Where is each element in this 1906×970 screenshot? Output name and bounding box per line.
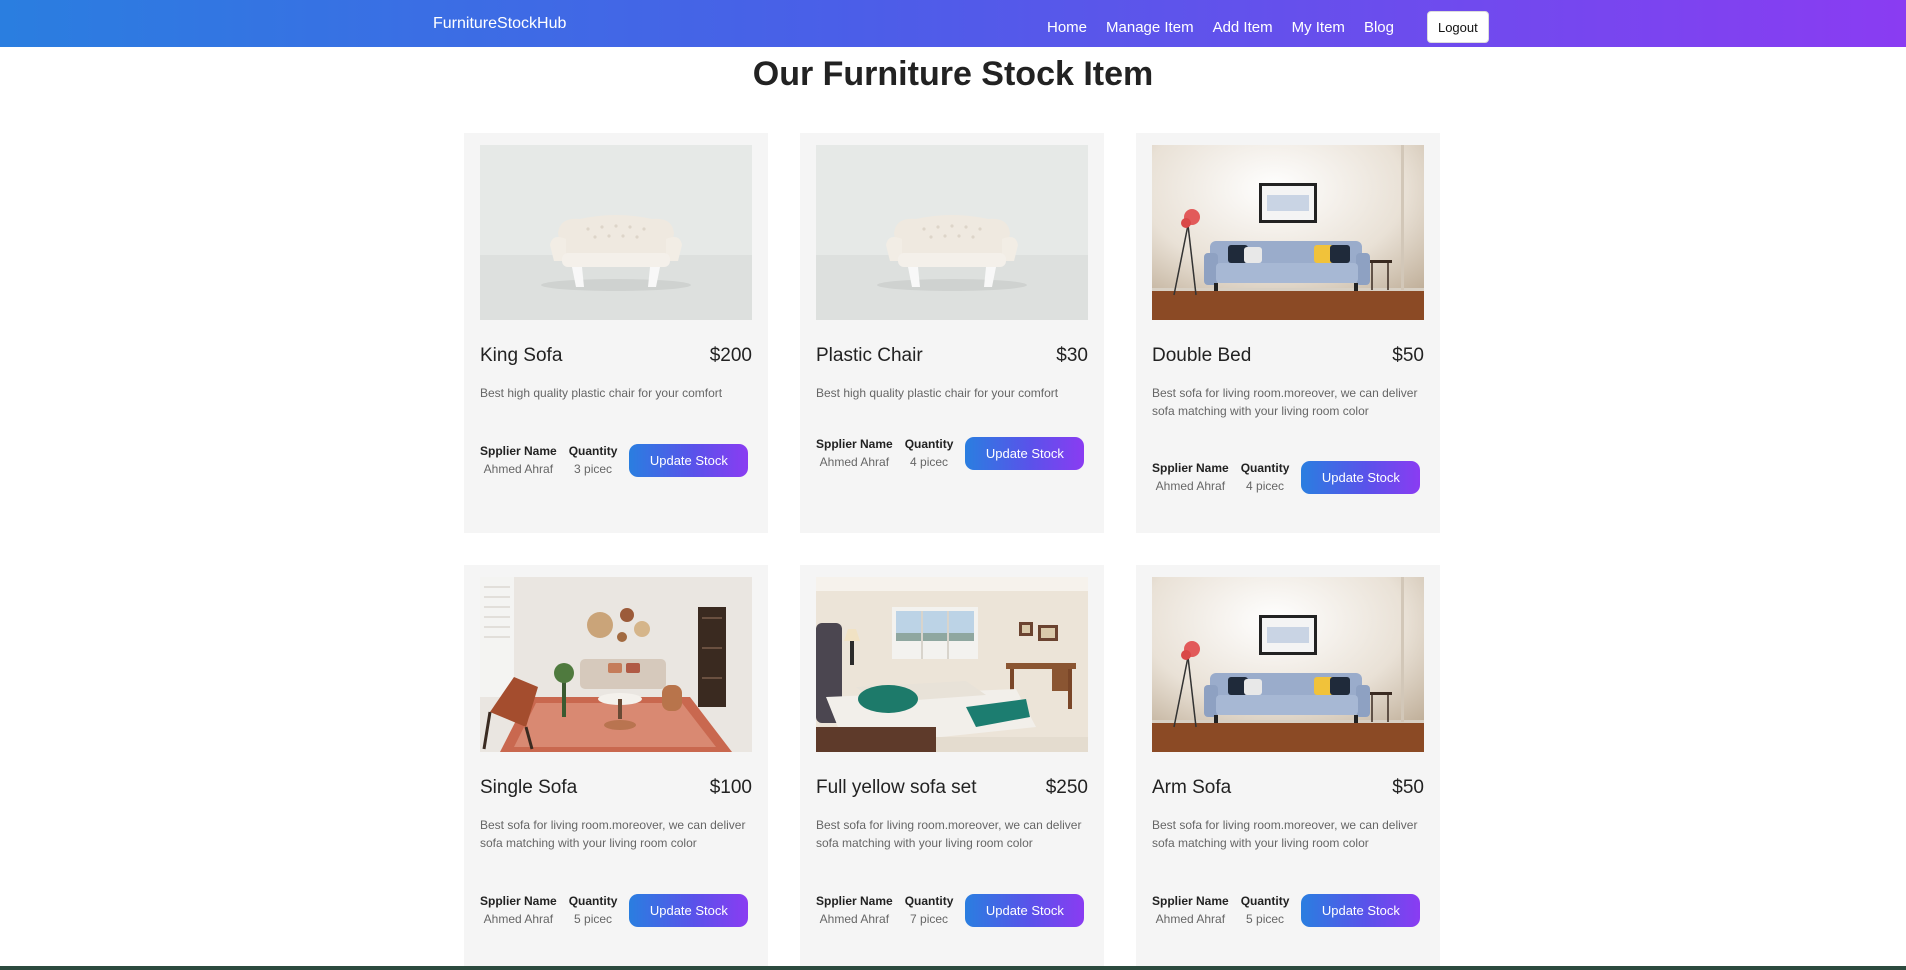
product-description: Best sofa for living room.moreover, we c… bbox=[816, 818, 1082, 850]
supplier-info: Spplier Name Ahmed Ahraf bbox=[1152, 459, 1229, 495]
product-description: Best sofa for living room.moreover, we c… bbox=[1152, 818, 1418, 850]
product-description: Best high quality plastic chair for your… bbox=[480, 386, 723, 400]
product-card: Single Sofa $100 Best sofa for living ro… bbox=[464, 565, 768, 970]
quantity-label: Quantity bbox=[904, 894, 954, 908]
product-price: $30 bbox=[1056, 345, 1088, 366]
product-name: Full yellow sofa set bbox=[816, 777, 977, 798]
supplier-info: Spplier Name Ahmed Ahraf bbox=[1152, 892, 1229, 928]
product-description: Best high quality plastic chair for your… bbox=[816, 386, 1059, 400]
product-card: Double Bed $50 Best sofa for living room… bbox=[1136, 133, 1440, 533]
product-image bbox=[480, 577, 752, 752]
product-meta: Spplier Name Ahmed Ahraf Quantity 7 pice… bbox=[816, 892, 1085, 928]
quantity-info: Quantity 5 picec bbox=[1241, 892, 1290, 928]
product-image bbox=[1152, 577, 1424, 752]
product-image bbox=[480, 145, 752, 320]
supplier-info: Spplier Name Ahmed Ahraf bbox=[480, 892, 557, 928]
product-meta: Spplier Name Ahmed Ahraf Quantity 5 pice… bbox=[1152, 892, 1421, 928]
page-title: Our Furniture Stock Item bbox=[752, 55, 1154, 93]
product-description: Best sofa for living room.moreover, we c… bbox=[1152, 386, 1418, 418]
quantity-value: 5 picec bbox=[1246, 912, 1285, 926]
update-stock-button[interactable]: Update Stock bbox=[629, 893, 749, 927]
product-card: Plastic Chair $30 Best high quality plas… bbox=[800, 133, 1104, 533]
top-navbar: FurnitureStockHub Home Manage Item Add I… bbox=[0, 0, 1906, 47]
supplier-info: Spplier Name Ahmed Ahraf bbox=[480, 442, 557, 478]
quantity-value: 4 picec bbox=[1246, 479, 1285, 493]
product-card: Full yellow sofa set $250 Best sofa for … bbox=[800, 565, 1104, 970]
quantity-value: 4 picec bbox=[910, 455, 949, 469]
nav-link-home[interactable]: Home bbox=[1047, 19, 1087, 36]
quantity-info: Quantity 4 picec bbox=[1241, 459, 1290, 495]
quantity-label: Quantity bbox=[1240, 461, 1290, 475]
update-stock-button[interactable]: Update Stock bbox=[1301, 893, 1421, 927]
supplier-info: Spplier Name Ahmed Ahraf bbox=[816, 435, 893, 471]
taskbar-strip bbox=[0, 966, 1906, 970]
product-price: $200 bbox=[709, 345, 752, 366]
blue-sofa-image bbox=[1152, 145, 1424, 320]
brand-logo[interactable]: FurnitureStockHub bbox=[433, 15, 566, 33]
supplier-name: Ahmed Ahraf bbox=[819, 455, 890, 469]
update-stock-button[interactable]: Update Stock bbox=[965, 436, 1085, 470]
logout-button[interactable]: Logout bbox=[1426, 11, 1489, 43]
product-name: Single Sofa bbox=[480, 777, 578, 798]
quantity-info: Quantity 4 picec bbox=[905, 435, 954, 471]
quantity-info: Quantity 3 picec bbox=[569, 442, 618, 478]
product-price: $250 bbox=[1045, 777, 1088, 798]
product-image bbox=[816, 145, 1088, 320]
supplier-label: Spplier Name bbox=[1152, 894, 1229, 908]
quantity-label: Quantity bbox=[568, 894, 618, 908]
product-card: King Sofa $200 Best high quality plastic… bbox=[464, 133, 768, 533]
supplier-name: Ahmed Ahraf bbox=[483, 912, 554, 926]
update-stock-button[interactable]: Update Stock bbox=[629, 443, 749, 477]
product-price: $100 bbox=[709, 777, 752, 798]
nav-link-my-item[interactable]: My Item bbox=[1292, 19, 1345, 36]
product-card: Arm Sofa $50 Best sofa for living room.m… bbox=[1136, 565, 1440, 970]
update-stock-button[interactable]: Update Stock bbox=[1301, 460, 1421, 494]
product-price: $50 bbox=[1392, 345, 1424, 366]
product-name: Plastic Chair bbox=[816, 345, 923, 366]
blue-sofa-image bbox=[1152, 577, 1424, 752]
supplier-label: Spplier Name bbox=[816, 894, 893, 908]
quantity-label: Quantity bbox=[904, 437, 954, 451]
product-meta: Spplier Name Ahmed Ahraf Quantity 3 pice… bbox=[480, 442, 749, 478]
quantity-info: Quantity 7 picec bbox=[905, 892, 954, 928]
product-description: Best sofa for living room.moreover, we c… bbox=[480, 818, 746, 850]
white-sofa-image bbox=[480, 145, 752, 320]
quantity-value: 7 picec bbox=[910, 912, 949, 926]
white-sofa-image bbox=[816, 145, 1088, 320]
supplier-name: Ahmed Ahraf bbox=[1155, 912, 1226, 926]
nav-links: Home Manage Item Add Item My Item Blog L… bbox=[1047, 11, 1489, 43]
product-meta: Spplier Name Ahmed Ahraf Quantity 5 pice… bbox=[480, 892, 749, 928]
update-stock-button[interactable]: Update Stock bbox=[965, 893, 1085, 927]
living-room-image bbox=[480, 577, 752, 752]
bedroom-image bbox=[816, 577, 1088, 752]
product-price: $50 bbox=[1392, 777, 1424, 798]
supplier-name: Ahmed Ahraf bbox=[819, 912, 890, 926]
product-name: Double Bed bbox=[1152, 345, 1252, 366]
supplier-name: Ahmed Ahraf bbox=[1155, 479, 1226, 493]
product-meta: Spplier Name Ahmed Ahraf Quantity 4 pice… bbox=[1152, 459, 1421, 495]
supplier-label: Spplier Name bbox=[816, 437, 893, 451]
supplier-label: Spplier Name bbox=[1152, 461, 1229, 475]
supplier-label: Spplier Name bbox=[480, 894, 557, 908]
supplier-info: Spplier Name Ahmed Ahraf bbox=[816, 892, 893, 928]
product-name: King Sofa bbox=[480, 345, 563, 366]
nav-link-blog[interactable]: Blog bbox=[1364, 19, 1394, 36]
product-image bbox=[816, 577, 1088, 752]
product-image bbox=[1152, 145, 1424, 320]
quantity-label: Quantity bbox=[1240, 894, 1290, 908]
nav-link-add-item[interactable]: Add Item bbox=[1213, 19, 1273, 36]
quantity-label: Quantity bbox=[568, 444, 618, 458]
product-name: Arm Sofa bbox=[1152, 777, 1232, 798]
quantity-value: 5 picec bbox=[574, 912, 613, 926]
quantity-value: 3 picec bbox=[574, 462, 613, 476]
product-meta: Spplier Name Ahmed Ahraf Quantity 4 pice… bbox=[816, 435, 1085, 471]
supplier-label: Spplier Name bbox=[480, 444, 557, 458]
quantity-info: Quantity 5 picec bbox=[569, 892, 618, 928]
supplier-name: Ahmed Ahraf bbox=[483, 462, 554, 476]
nav-link-manage-item[interactable]: Manage Item bbox=[1106, 19, 1194, 36]
